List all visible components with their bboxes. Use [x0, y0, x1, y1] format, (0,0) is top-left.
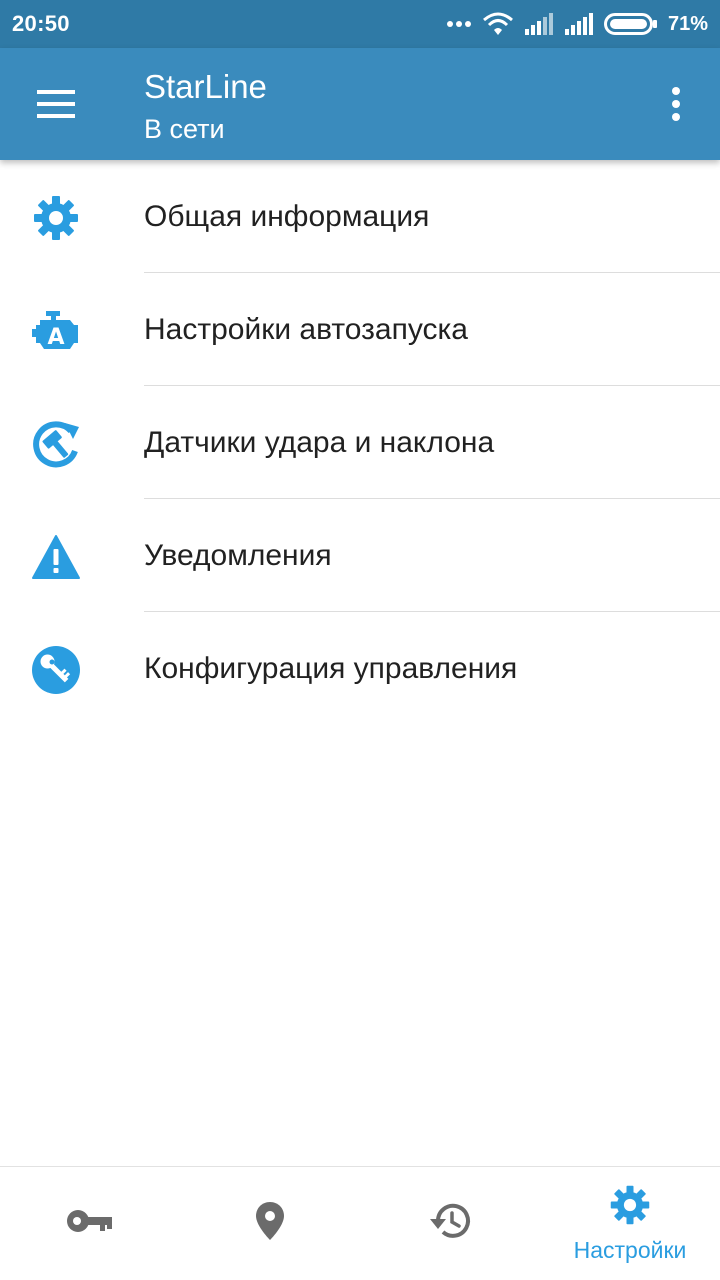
tab-key[interactable]: [0, 1167, 180, 1280]
engine-autostart-icon: A: [30, 305, 82, 357]
svg-text:A: A: [47, 325, 64, 350]
status-bar: 20:50 71%: [0, 0, 720, 48]
list-item-label: Датчики удара и наклона: [144, 425, 495, 459]
key-circle-icon: [30, 644, 82, 696]
app-bar: StarLine В сети: [0, 48, 720, 160]
tab-settings-label: Настройки: [573, 1236, 687, 1263]
history-icon: [428, 1201, 472, 1246]
tab-history[interactable]: [360, 1167, 540, 1280]
list-item-label: Конфигурация управления: [144, 651, 518, 685]
list-item-notifications[interactable]: Уведомления: [0, 499, 720, 612]
list-item-label: Общая информация: [144, 199, 430, 233]
more-vertical-icon: [672, 87, 680, 121]
battery-icon: [603, 13, 658, 35]
warning-icon: [30, 531, 82, 583]
app-title: StarLine: [144, 68, 267, 105]
menu-button[interactable]: [24, 76, 88, 132]
list-item-control-config[interactable]: Конфигурация управления: [0, 612, 720, 725]
overflow-menu-button[interactable]: [648, 76, 704, 132]
status-icons: 71%: [446, 12, 708, 36]
list-item-autostart-settings[interactable]: A Настройки автозапуска: [0, 273, 720, 386]
tab-location[interactable]: [180, 1167, 360, 1280]
list-item-label: Уведомления: [144, 538, 332, 572]
dots-icon: [446, 20, 472, 28]
settings-list: Общая информация A Настройки автозапуска: [0, 160, 720, 725]
connection-status: В сети: [144, 114, 225, 144]
gear-icon: [30, 192, 82, 244]
shock-sensor-icon: [30, 418, 82, 470]
tab-settings[interactable]: Настройки: [540, 1167, 720, 1280]
list-item-shock-sensors[interactable]: Датчики удара и наклона: [0, 386, 720, 499]
wifi-icon: [482, 12, 514, 36]
list-item-label: Настройки автозапуска: [144, 312, 468, 346]
key-icon: [66, 1208, 114, 1239]
battery-percent: 71%: [667, 12, 708, 35]
list-item-general-info[interactable]: Общая информация: [0, 160, 720, 273]
bottom-navigation: Настройки: [0, 1166, 720, 1280]
signal-icon: [564, 13, 594, 35]
location-pin-icon: [255, 1201, 285, 1246]
status-time: 20:50: [12, 11, 70, 36]
gear-icon: [609, 1184, 651, 1231]
signal-icon: [524, 13, 554, 35]
hamburger-menu-icon: [37, 90, 75, 118]
